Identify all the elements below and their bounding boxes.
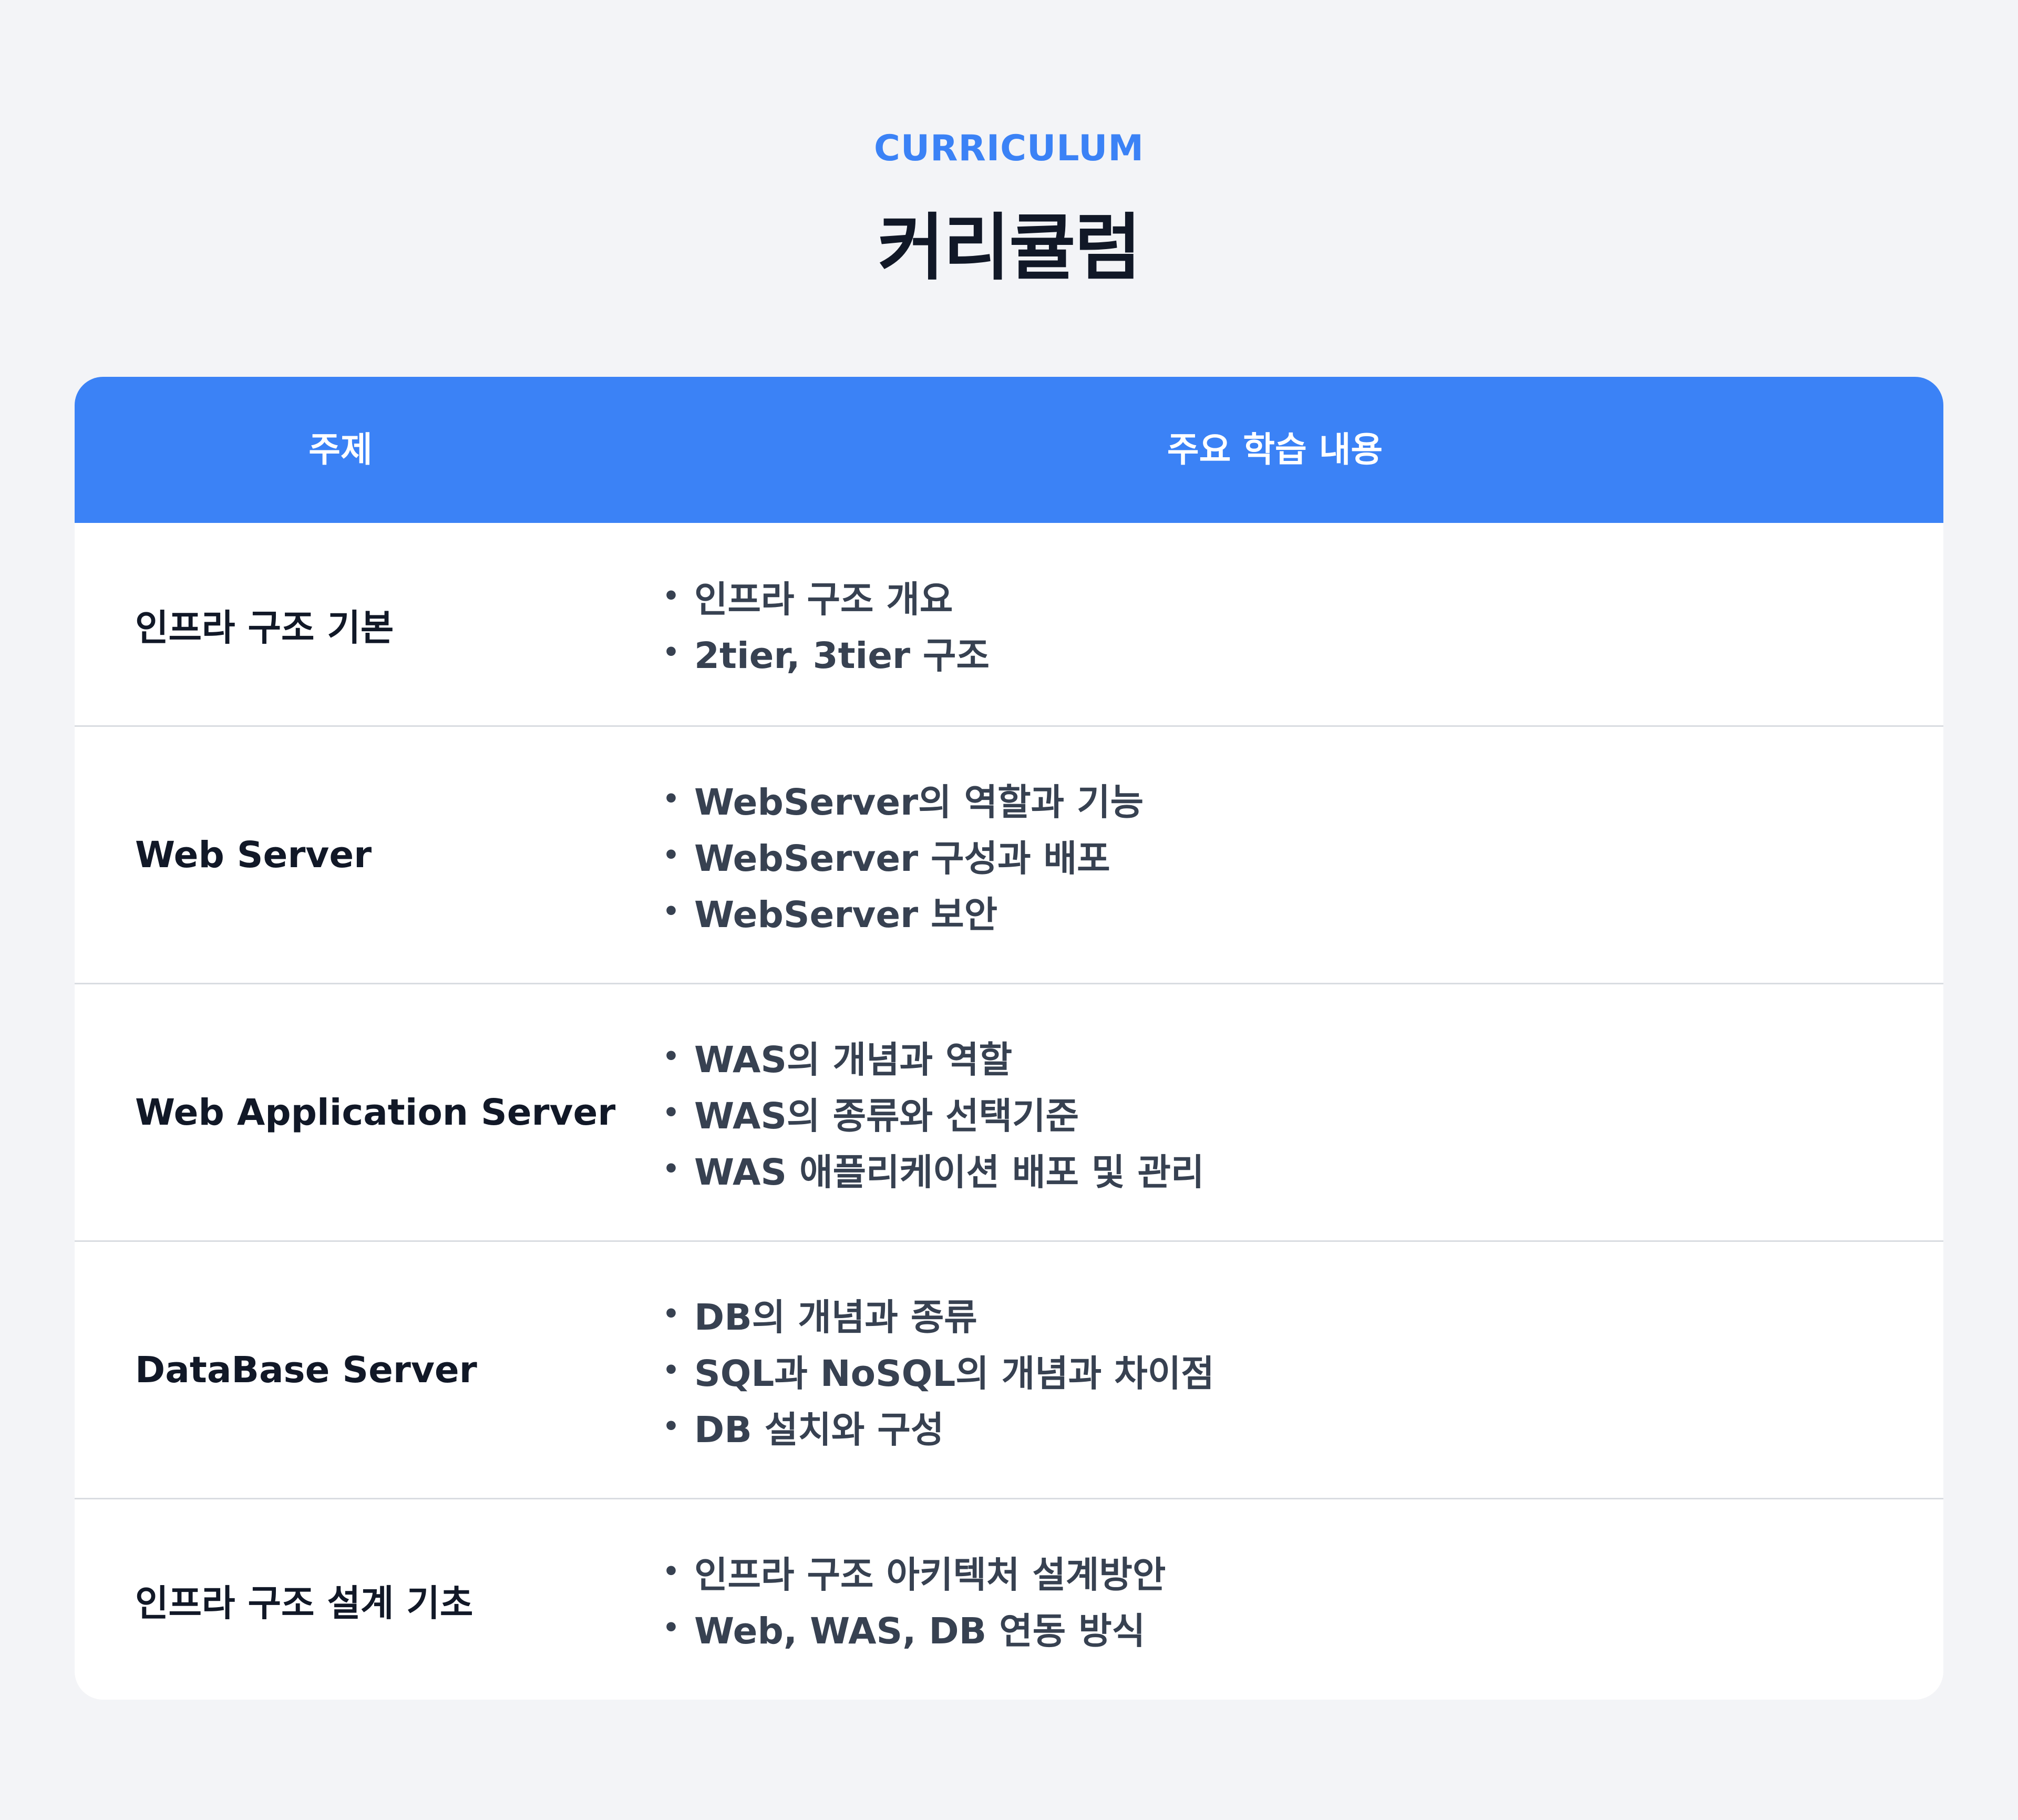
list-item: • SQL과 NoSQL의 개념과 차이점 — [663, 1342, 1214, 1398]
bullet-dot-icon: • — [663, 1354, 679, 1385]
table-row: DataBase Server • DB의 개념과 종류 • SQL과 NoSQL의… — [75, 1240, 1943, 1498]
bullet-dot-icon: • — [663, 1612, 679, 1643]
curriculum-table: 주제 주요 학습 내용 인프라 구조 기본 • 인프라 구조 개요 • 2tier,… — [75, 377, 1943, 1700]
bullet-dot-icon: • — [663, 581, 679, 611]
list-item: • WebServer의 역할과 기능 — [663, 770, 1144, 827]
row-items: • 인프라 구조 개요 • 2tier, 3tier 구조 — [663, 523, 990, 725]
row-topic: Web Application Server — [135, 1091, 616, 1134]
list-item-text: WebServer 보안 — [694, 893, 998, 936]
row-topic: 인프라 구조 기본 — [135, 606, 394, 649]
list-item: • Web, WAS, DB 연동 방식 — [663, 1600, 1166, 1656]
row-topic: 인프라 구조 설계 기초 — [135, 1582, 473, 1624]
table-row: 인프라 구조 설계 기초 • 인프라 구조 아키텍처 설계방안 • Web, WAS… — [75, 1498, 1943, 1700]
page-title: 커리큘럼 — [878, 205, 1141, 290]
list-item: • WAS 애플리케이션 배포 및 관리 — [663, 1140, 1204, 1197]
list-item-text: WAS 애플리케이션 배포 및 관리 — [694, 1151, 1204, 1194]
row-topic: Web Server — [135, 834, 372, 876]
list-item: • DB 설치와 구성 — [663, 1398, 1214, 1454]
table-header: 주제 주요 학습 내용 — [75, 377, 1943, 523]
list-item-text: DB 설치와 구성 — [694, 1408, 944, 1451]
table-row: 인프라 구조 기본 • 인프라 구조 개요 • 2tier, 3tier 구조 — [75, 523, 1943, 725]
list-item: • DB의 개념과 종류 — [663, 1286, 1214, 1342]
list-item-text: 인프라 구조 개요 — [694, 579, 953, 621]
bullet-dot-icon: • — [663, 896, 679, 927]
list-item-text: WAS의 개념과 역할 — [694, 1038, 1013, 1081]
section-eyebrow: CURRICULUM — [873, 128, 1145, 169]
list-item: • WAS의 종류와 선택기준 — [663, 1084, 1204, 1140]
list-item-text: WebServer의 역할과 기능 — [694, 781, 1144, 824]
list-item-text: WebServer 구성과 배포 — [694, 837, 1110, 880]
list-item: • 인프라 구조 아키텍처 설계방안 — [663, 1544, 1166, 1600]
list-item-text: Web, WAS, DB 연동 방식 — [694, 1610, 1146, 1652]
row-topic: DataBase Server — [135, 1349, 477, 1391]
row-items: • WAS의 개념과 역할 • WAS의 종류와 선택기준 • WAS 애플리케이션 … — [663, 984, 1204, 1240]
bullet-dot-icon: • — [663, 1298, 679, 1329]
row-items: • WebServer의 역할과 기능 • WebServer 구성과 배포 • We… — [663, 727, 1144, 983]
bullet-dot-icon: • — [663, 637, 679, 667]
bullet-dot-icon: • — [663, 783, 679, 814]
bullet-dot-icon: • — [663, 839, 679, 870]
list-item-text: DB의 개념과 종류 — [694, 1296, 977, 1339]
bullet-dot-icon: • — [663, 1411, 679, 1442]
list-item: • WAS의 개념과 역할 — [663, 1028, 1204, 1084]
list-item: • WebServer 구성과 배포 — [663, 827, 1144, 883]
list-item: • 인프라 구조 개요 — [663, 568, 990, 624]
list-item-text: 2tier, 3tier 구조 — [694, 635, 990, 677]
bullet-dot-icon: • — [663, 1556, 679, 1587]
list-item-text: SQL과 NoSQL의 개념과 차이점 — [694, 1352, 1214, 1395]
list-item: • WebServer 보안 — [663, 883, 1144, 939]
row-items: • 인프라 구조 아키텍처 설계방안 • Web, WAS, DB 연동 방식 — [663, 1499, 1166, 1700]
column-header-topic: 주제 — [308, 429, 373, 470]
table-row: Web Application Server • WAS의 개념과 역할 • WAS… — [75, 983, 1943, 1240]
table-row: Web Server • WebServer의 역할과 기능 • WebServer… — [75, 725, 1943, 983]
list-item-text: WAS의 종류와 선택기준 — [694, 1095, 1079, 1137]
bullet-dot-icon: • — [663, 1041, 679, 1072]
row-items: • DB의 개념과 종류 • SQL과 NoSQL의 개념과 차이점 • DB 설치와… — [663, 1242, 1214, 1498]
bullet-dot-icon: • — [663, 1097, 679, 1128]
bullet-dot-icon: • — [663, 1153, 679, 1184]
list-item: • 2tier, 3tier 구조 — [663, 624, 990, 681]
list-item-text: 인프라 구조 아키텍처 설계방안 — [694, 1554, 1166, 1596]
column-header-content: 주요 학습 내용 — [1167, 429, 1383, 470]
